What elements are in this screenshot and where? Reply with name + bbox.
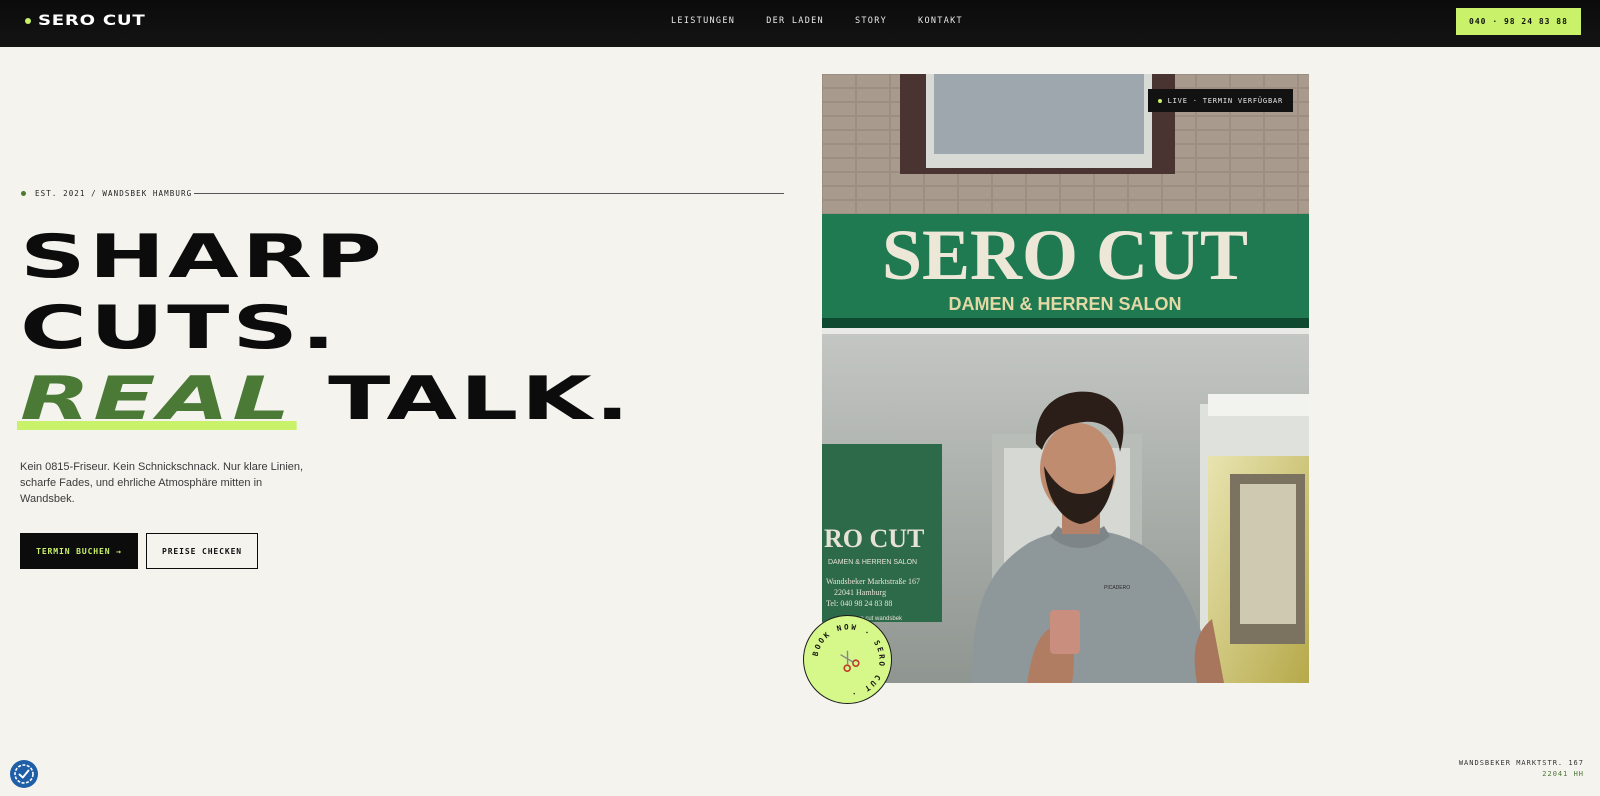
eyebrow-dot-icon (21, 191, 26, 196)
sign-main-text: SERO CUT (882, 215, 1248, 295)
headline-real-highlight: REAL (16, 364, 297, 434)
book-appointment-button[interactable]: TERMIN BUCHEN → (20, 533, 138, 569)
check-prices-button[interactable]: PREISE CHECKEN (146, 533, 258, 569)
cookie-consent-button[interactable] (10, 760, 38, 788)
nav-link-kontakt[interactable]: KONTAKT (918, 16, 963, 26)
live-dot-icon (1157, 98, 1162, 103)
top-navigation: SERO CUT LEISTUNGEN DER LADEN STORY KONT… (0, 0, 1600, 47)
nav-link-story[interactable]: STORY (855, 16, 887, 26)
footer-address: WANDSBEKER MARKTSTR. 167 22041 HH (1459, 758, 1584, 780)
window-sign-address: Wandsbeker Marktstraße 167 (826, 577, 920, 586)
footer-street: WANDSBEKER MARKTSTR. 167 (1458, 759, 1584, 767)
hero-headline: SHARP CUTS. REAL TALK. (16, 222, 629, 435)
live-badge-text: LIVE · TERMIN VERFÜGBAR (1167, 96, 1283, 105)
brand-name: SERO CUT (38, 13, 146, 29)
storefront-illustration: SERO CUT DAMEN & HERREN SALON RO CUT DAM… (822, 74, 1309, 683)
sign-sub-text: DAMEN & HERREN SALON (948, 294, 1181, 314)
brand-logo[interactable]: SERO CUT (25, 13, 145, 29)
nav-link-leistungen[interactable]: LEISTUNGEN (671, 16, 735, 26)
headline-line-2: CUTS. (20, 293, 339, 363)
headline-line-1: SHARP (20, 222, 385, 292)
hero-lead-text: Kein 0815-Friseur. Kein Schnickschnack. … (20, 461, 304, 505)
shirt-logo: PICADERO (1104, 585, 1130, 591)
nav-links: LEISTUNGEN DER LADEN STORY KONTAKT (671, 16, 963, 26)
eyebrow-divider (194, 193, 784, 194)
live-availability-badge: LIVE · TERMIN VERFÜGBAR (1147, 89, 1293, 112)
window-sign-sub: DAMEN & HERREN SALON (828, 559, 917, 566)
headline-talk: TALK. (328, 364, 633, 434)
eyebrow: EST. 2021 / WANDSBEK HAMBURG (21, 189, 192, 198)
nav-link-der-laden[interactable]: DER LADEN (766, 16, 824, 26)
window-sign-main: RO CUT (824, 524, 924, 553)
window-sign-city: 22041 Hamburg (834, 588, 886, 597)
phone-button[interactable]: 040 · 98 24 83 88 (1456, 8, 1581, 35)
book-now-seal[interactable]: BOOK NOW · SERO CUT · (803, 615, 892, 704)
eyebrow-text: EST. 2021 / WANDSBEK HAMBURG (35, 189, 193, 198)
window-sign-tel: Tel: 040 98 24 83 88 (826, 599, 892, 608)
consent-check-icon (14, 764, 34, 784)
footer-zip: 22041 HH (1542, 770, 1584, 778)
storefront-photo: SERO CUT DAMEN & HERREN SALON RO CUT DAM… (822, 74, 1309, 683)
scissors-icon (840, 650, 860, 672)
headline-line-3: REAL TALK. (16, 364, 633, 435)
brand-dot-icon (25, 18, 31, 24)
